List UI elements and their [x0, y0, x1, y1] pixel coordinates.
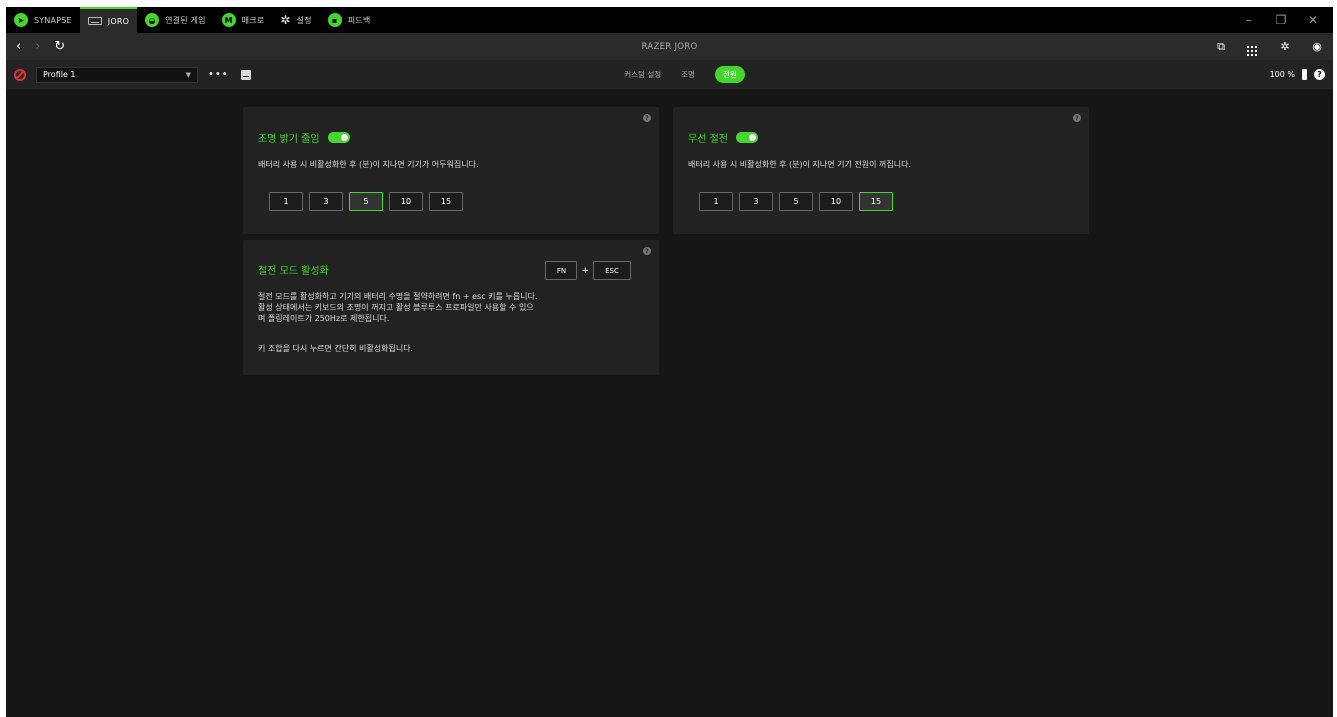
power-save-desc-line: 며 폴링레이트가 250Hz로 제한됩니다.	[258, 314, 390, 323]
gamepad-icon: ◒	[145, 13, 160, 27]
tab-macro-label: 매크로	[241, 15, 265, 25]
title-bar: ➤ SYNAPSE JORO ◒ 연결된 게임 M 매크로 ✲ 설정 ▪ 피드백…	[6, 7, 1333, 33]
battery-percent: 100 %	[1269, 70, 1295, 79]
subtab-lighting[interactable]: 조명	[681, 69, 695, 80]
tab-synapse-label: SYNAPSE	[34, 15, 72, 25]
apps-grid-icon[interactable]	[1247, 38, 1259, 56]
no-sync-icon[interactable]	[14, 68, 26, 81]
close-button[interactable]: ✕	[1307, 13, 1319, 27]
subtab-customize[interactable]: 커스텀 설정	[624, 69, 661, 80]
sub-tabs: 커스텀 설정 조명 전원	[6, 66, 1333, 83]
device-title: RAZER JORO	[641, 41, 698, 52]
tab-feedback[interactable]: ▪ 피드백	[320, 7, 379, 33]
window-controls: – ❐ ✕	[1243, 13, 1333, 27]
help-icon[interactable]: ?	[1073, 114, 1081, 122]
synapse-icon: ➤	[14, 13, 28, 27]
wireless-power-label: 무선 절전	[688, 134, 728, 145]
razer-synapse-window: ➤ SYNAPSE JORO ◒ 연결된 게임 M 매크로 ✲ 설정 ▪ 피드백…	[6, 7, 1333, 717]
wireless-option-3[interactable]: 3	[739, 192, 773, 211]
dim-option-1[interactable]: 1	[269, 192, 303, 211]
wireless-option-15[interactable]: 15	[859, 192, 893, 211]
subtab-power[interactable]: 전원	[714, 66, 745, 83]
esc-key: ESC	[593, 261, 631, 280]
power-save-mode-card: ? 절전 모드 활성화 FN + ESC 절전 모드를 활성화하고 기기의 배터…	[243, 240, 659, 375]
macro-icon: M	[221, 13, 236, 27]
copy-icon[interactable]: ⧉	[1215, 40, 1227, 54]
gear-icon: ✲	[280, 13, 291, 27]
tab-joro-label: JORO	[107, 16, 130, 26]
dim-lighting-card: ? 조명 밝기 줄임 배터리 사용 시 비활성화한 후 (분)이 지나면 기기가…	[243, 107, 659, 234]
wireless-power-card: ? 무선 절전 배터리 사용 시 비활성화한 후 (분)이 지나면 기기 전원이…	[673, 107, 1089, 234]
tab-connected-games[interactable]: ◒ 연결된 게임	[137, 7, 214, 33]
dim-lighting-label: 조명 밝기 줄임	[258, 134, 320, 145]
restore-button[interactable]: ❐	[1275, 13, 1287, 27]
power-save-title: 절전 모드 활성화	[258, 262, 329, 277]
wireless-option-10[interactable]: 10	[819, 192, 853, 211]
profile-name: Profile 1	[43, 70, 76, 79]
wireless-option-5[interactable]: 5	[779, 192, 813, 211]
wireless-power-title: 무선 절전	[688, 130, 758, 145]
nav-bar: RAZER JORO ‹ › ↻ ⧉ ✲ ◉	[6, 33, 1333, 60]
power-save-desc-line: 활성 상태에서는 키보드의 조명이 꺼지고 활성 블루투스 프로파일만 사용할 …	[258, 303, 534, 312]
plus-sign: +	[581, 265, 589, 276]
profile-dropdown[interactable]: Profile 1 ▼	[36, 66, 198, 83]
wireless-minutes-options: 1 3 5 10 15	[699, 192, 893, 211]
dim-lighting-description: 배터리 사용 시 비활성화한 후 (분)이 지나면 기기가 어두워집니다.	[258, 160, 479, 169]
refresh-button[interactable]: ↻	[54, 39, 65, 54]
dim-option-10[interactable]: 10	[389, 192, 423, 211]
more-options-button[interactable]: •••	[208, 69, 229, 80]
tab-connected-games-label: 연결된 게임	[165, 15, 206, 25]
power-save-disable-note: 키 조합을 다시 누르면 간단히 비활성화됩니다.	[258, 344, 414, 353]
dim-option-15[interactable]: 15	[429, 192, 463, 211]
dim-lighting-toggle[interactable]	[327, 132, 350, 143]
fn-key: FN	[545, 261, 578, 280]
key-combination: FN + ESC	[545, 261, 631, 280]
profile-bar: Profile 1 ▼ ••• 커스텀 설정 조명 전원 100 % ?	[6, 60, 1333, 90]
account-icon[interactable]: ◉	[1311, 40, 1323, 53]
minimize-button[interactable]: –	[1243, 13, 1255, 27]
settings-gear-icon[interactable]: ✲	[1279, 40, 1291, 53]
power-save-desc-line: 절전 모드를 활성화하고 기기의 배터리 수명을 절약하려면 fn + esc …	[258, 292, 538, 301]
feedback-icon: ▪	[327, 13, 342, 27]
tab-macro[interactable]: M 매크로	[214, 7, 273, 33]
chevron-down-icon: ▼	[185, 70, 191, 79]
help-icon[interactable]: ?	[643, 114, 651, 122]
tab-joro[interactable]: JORO	[79, 7, 138, 33]
tab-synapse[interactable]: ➤ SYNAPSE	[6, 7, 80, 33]
dim-option-3[interactable]: 3	[309, 192, 343, 211]
battery-icon	[1302, 69, 1307, 80]
dim-option-5[interactable]: 5	[349, 192, 383, 211]
onboard-memory-icon[interactable]	[240, 69, 251, 80]
help-icon[interactable]: ?	[643, 247, 651, 255]
dim-lighting-title: 조명 밝기 줄임	[258, 130, 350, 145]
tab-feedback-label: 피드백	[347, 15, 371, 25]
forward-button[interactable]: ›	[35, 39, 40, 54]
dim-minutes-options: 1 3 5 10 15	[269, 192, 463, 211]
wireless-option-1[interactable]: 1	[699, 192, 733, 211]
tab-settings-label: 설정	[296, 15, 312, 25]
wireless-power-description: 배터리 사용 시 비활성화한 후 (분)이 지나면 기기 전원이 꺼집니다.	[688, 160, 912, 169]
back-button[interactable]: ‹	[16, 39, 21, 54]
tab-settings[interactable]: ✲ 설정	[272, 7, 319, 33]
power-save-description: 절전 모드를 활성화하고 기기의 배터리 수명을 절약하려면 fn + esc …	[258, 291, 537, 324]
power-save-label: 절전 모드 활성화	[258, 266, 329, 277]
keyboard-icon	[87, 17, 102, 25]
wireless-power-toggle[interactable]	[735, 132, 758, 143]
help-icon[interactable]: ?	[1314, 69, 1325, 80]
